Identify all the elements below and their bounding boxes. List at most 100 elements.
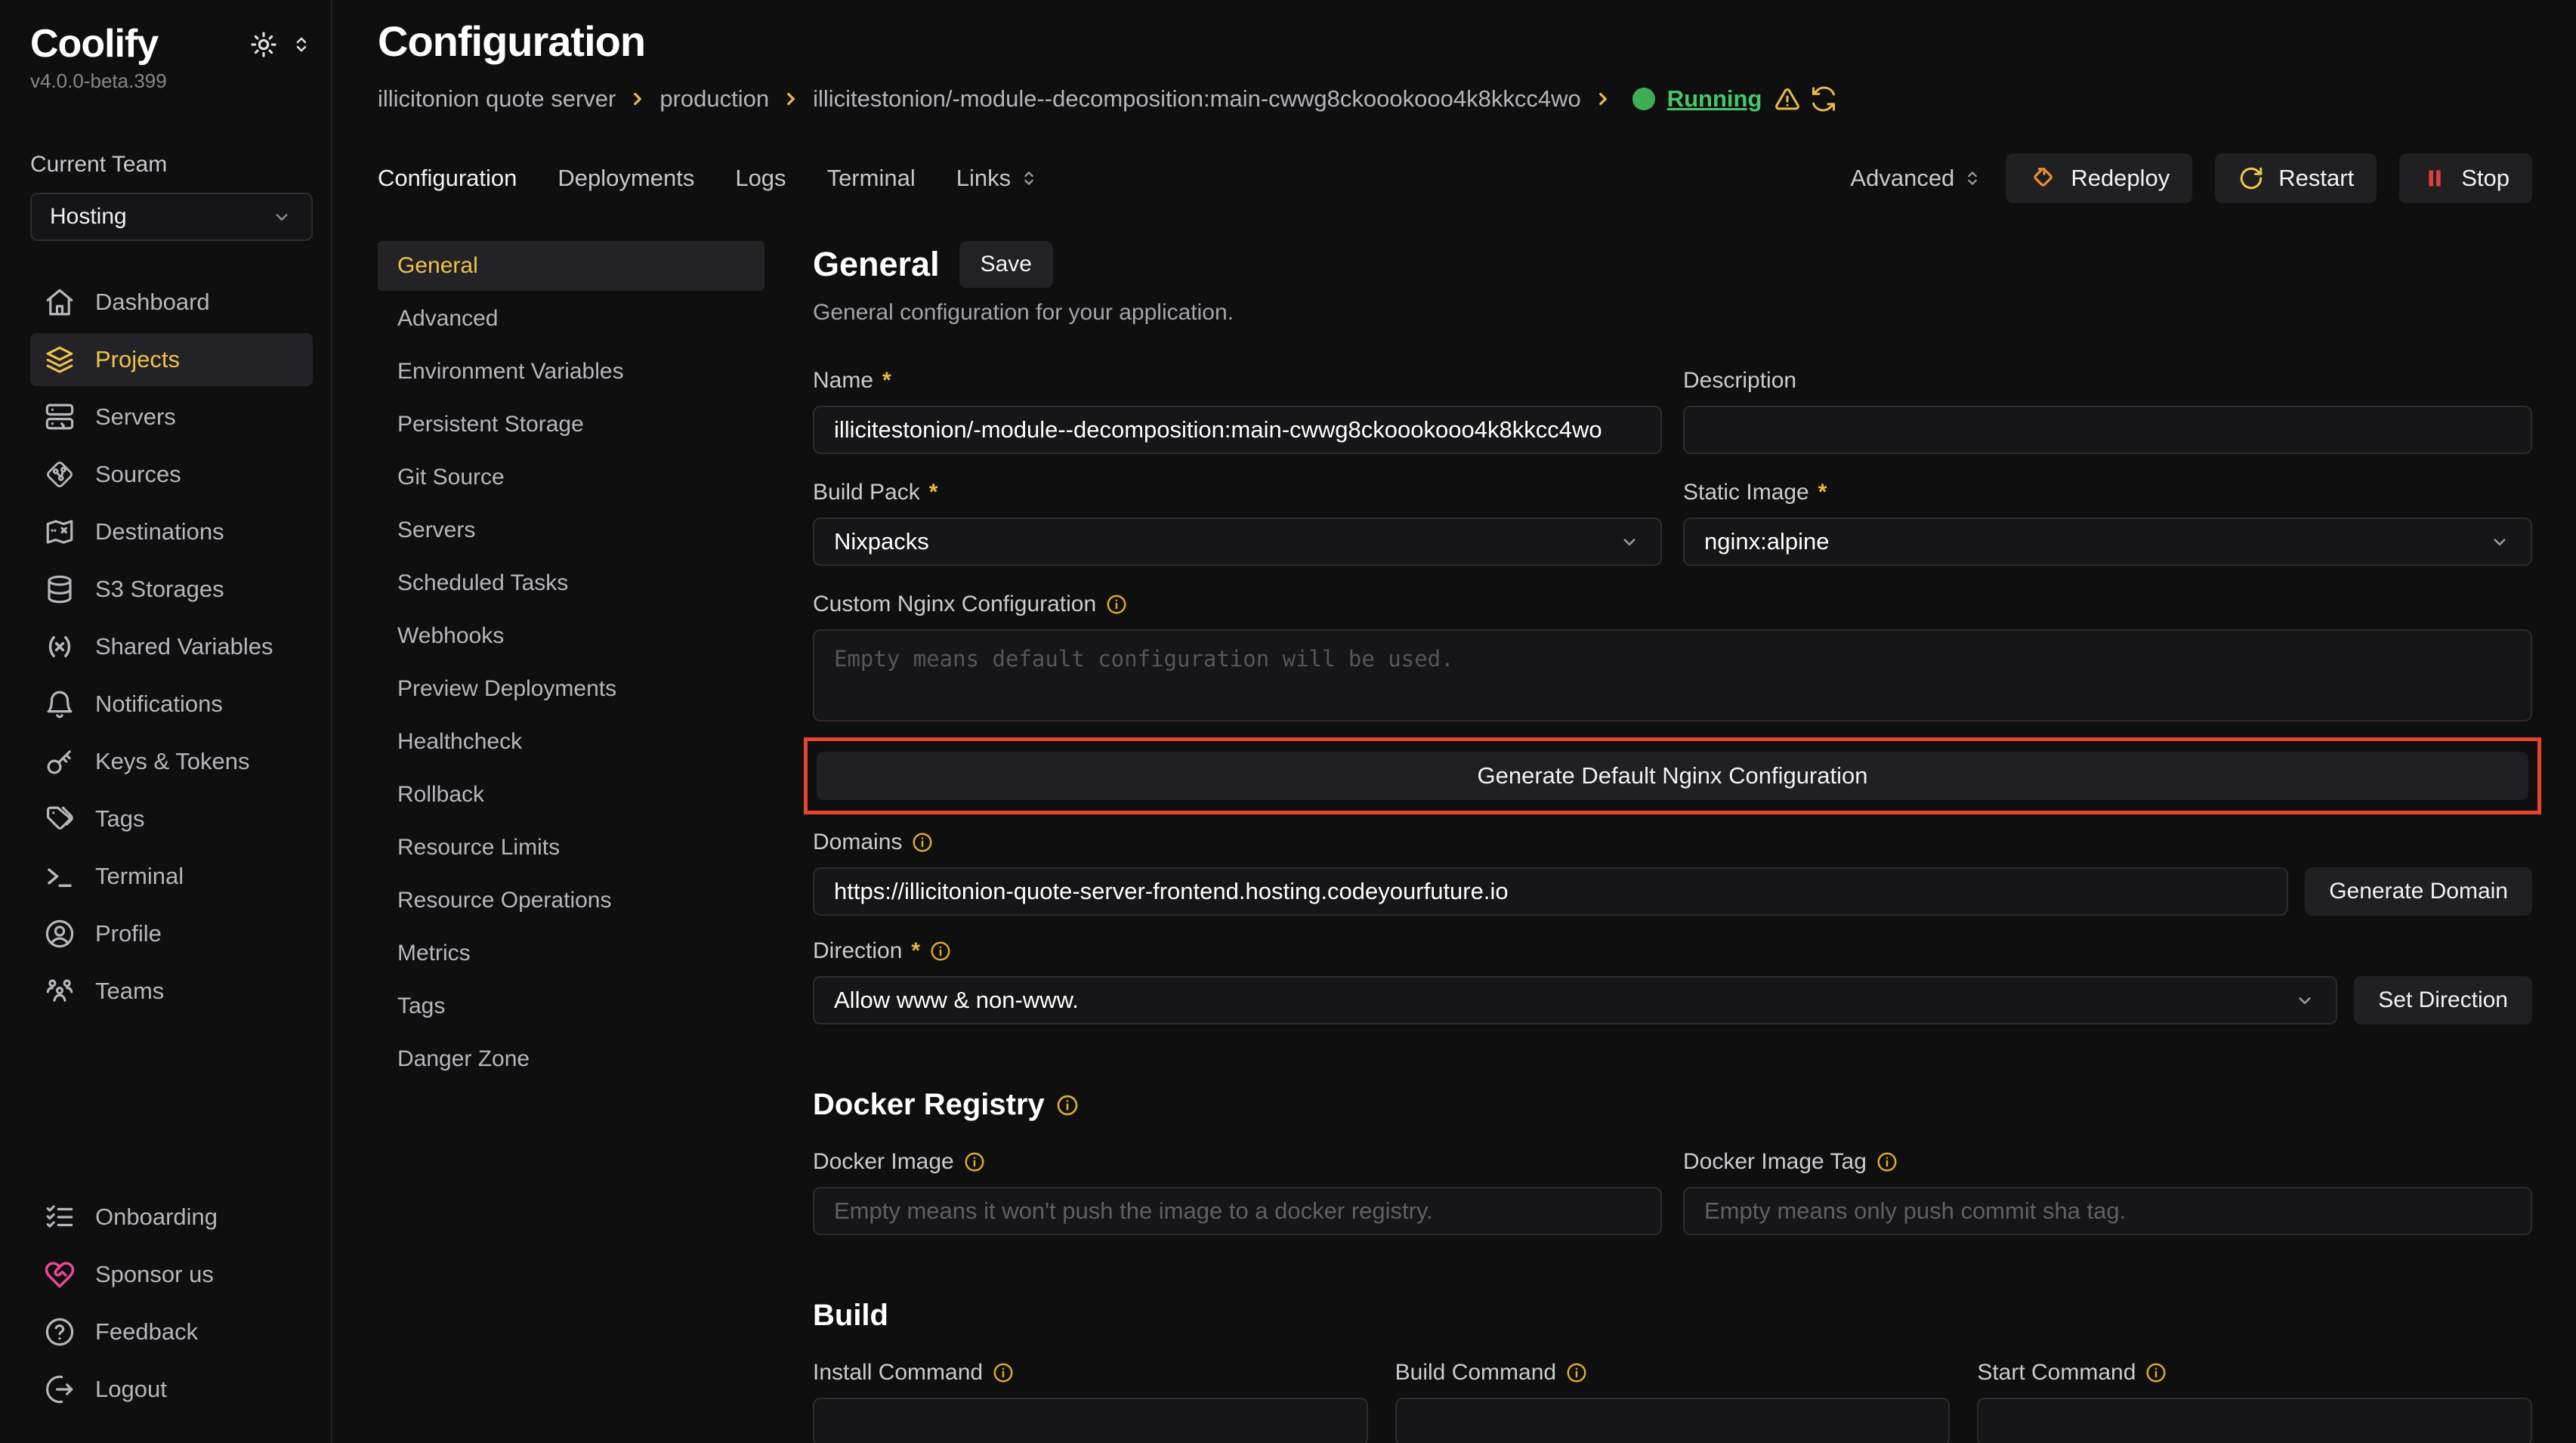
sidebar-item-servers[interactable]: Servers	[30, 391, 313, 443]
tab-links[interactable]: Links	[956, 165, 1039, 192]
chevron-down-icon	[2488, 530, 2511, 553]
sidebar-item-notifications[interactable]: Notifications	[30, 678, 313, 731]
subnav-healthcheck[interactable]: Healthcheck	[378, 717, 764, 767]
status-link[interactable]: Running	[1667, 85, 1762, 113]
subnav-tags[interactable]: Tags	[378, 981, 764, 1031]
logout-icon	[44, 1373, 76, 1405]
sidebar-item-label: Projects	[95, 346, 180, 373]
custom-nginx-label: Custom Nginx Configuration	[813, 592, 2532, 617]
static-image-select[interactable]: nginx:alpine	[1683, 518, 2532, 566]
sidebar-item-terminal[interactable]: Terminal	[30, 850, 313, 903]
description-input[interactable]	[1683, 406, 2532, 454]
subnav-rollback[interactable]: Rollback	[378, 770, 764, 820]
subnav-environment-variables[interactable]: Environment Variables	[378, 347, 764, 397]
restart-button[interactable]: Restart	[2215, 153, 2377, 203]
redeploy-button[interactable]: Redeploy	[2006, 153, 2192, 203]
install-command-input[interactable]	[813, 1398, 1368, 1443]
info-icon	[1565, 1361, 1588, 1384]
required-marker: *	[929, 480, 938, 505]
tab-logs[interactable]: Logs	[735, 165, 786, 192]
advanced-dropdown[interactable]: Advanced	[1850, 165, 1983, 192]
sun-icon[interactable]	[249, 30, 278, 59]
build-title: Build	[813, 1299, 2532, 1333]
docker-image-label: Docker Image	[813, 1149, 1662, 1175]
sidebar-item-profile[interactable]: Profile	[30, 907, 313, 960]
sidebar-item-sources[interactable]: Sources	[30, 448, 313, 501]
subnav-webhooks[interactable]: Webhooks	[378, 611, 764, 661]
sidebar-item-sponsor[interactable]: Sponsor us	[30, 1248, 313, 1301]
custom-nginx-textarea[interactable]	[813, 629, 2532, 722]
subnav-danger-zone[interactable]: Danger Zone	[378, 1034, 764, 1084]
advanced-label: Advanced	[1850, 165, 1954, 192]
subnav-git-source[interactable]: Git Source	[378, 453, 764, 502]
domains-input[interactable]	[813, 867, 2288, 916]
sidebar-item-label: Onboarding	[95, 1204, 218, 1231]
chevron-down-icon	[1618, 530, 1641, 553]
sidebar-item-label: Notifications	[95, 691, 223, 718]
direction-field-group: Direction * Allow www & non-www. Set Dir…	[813, 938, 2532, 1024]
sidebar-item-logout[interactable]: Logout	[30, 1363, 313, 1416]
sidebar-item-label: Teams	[95, 978, 164, 1005]
team-select[interactable]: Hosting	[30, 193, 313, 241]
generate-nginx-config-button[interactable]: Generate Default Nginx Configuration	[817, 752, 2528, 800]
generate-domain-button[interactable]: Generate Domain	[2305, 867, 2532, 916]
pause-icon	[2422, 165, 2448, 191]
sidebar-item-destinations[interactable]: Destinations	[30, 505, 313, 558]
chevrons-up-down-icon[interactable]	[290, 33, 313, 56]
build-pack-select[interactable]: Nixpacks	[813, 518, 1662, 566]
app-logo: Coolify	[30, 21, 158, 66]
tab-deployments[interactable]: Deployments	[558, 165, 694, 192]
sidebar-item-teams[interactable]: Teams	[30, 965, 313, 1018]
layers-icon	[44, 344, 76, 375]
main-content: Configuration illicitonion quote server …	[332, 0, 2576, 1443]
key-icon	[44, 746, 76, 777]
subnav-scheduled-tasks[interactable]: Scheduled Tasks	[378, 558, 764, 608]
domains-field-group: Domains Generate Domain	[813, 830, 2532, 916]
start-command-input[interactable]	[1977, 1398, 2532, 1443]
sidebar-item-tags[interactable]: Tags	[30, 793, 313, 845]
tab-terminal[interactable]: Terminal	[827, 165, 916, 192]
direction-value: Allow www & non-www.	[834, 987, 1079, 1014]
tab-configuration[interactable]: Configuration	[378, 165, 517, 192]
sidebar-item-dashboard[interactable]: Dashboard	[30, 276, 313, 329]
docker-image-input[interactable]	[813, 1187, 1662, 1235]
subnav-resource-limits[interactable]: Resource Limits	[378, 823, 764, 873]
docker-image-tag-input[interactable]	[1683, 1187, 2532, 1235]
tags-icon	[44, 803, 76, 835]
database-icon	[44, 573, 76, 605]
user-circle-icon	[44, 918, 76, 950]
breadcrumb-environment[interactable]: production	[659, 85, 769, 113]
sidebar-item-shared-variables[interactable]: Shared Variables	[30, 620, 313, 673]
sidebar-item-s3-storages[interactable]: S3 Storages	[30, 563, 313, 616]
subnav-metrics[interactable]: Metrics	[378, 929, 764, 978]
sidebar-item-keys-tokens[interactable]: Keys & Tokens	[30, 735, 313, 788]
info-icon	[1055, 1093, 1080, 1117]
save-button[interactable]: Save	[959, 241, 1053, 288]
subnav-persistent-storage[interactable]: Persistent Storage	[378, 400, 764, 450]
set-direction-button[interactable]: Set Direction	[2354, 976, 2532, 1024]
subnav-advanced[interactable]: Advanced	[378, 294, 764, 344]
build-pack-label: Build Pack *	[813, 480, 1662, 505]
stop-button[interactable]: Stop	[2399, 153, 2532, 203]
direction-select[interactable]: Allow www & non-www.	[813, 976, 2337, 1024]
build-command-label: Build Command	[1395, 1360, 1951, 1386]
help-circle-icon	[44, 1316, 76, 1348]
sidebar-item-feedback[interactable]: Feedback	[30, 1305, 313, 1358]
subnav-servers[interactable]: Servers	[378, 505, 764, 555]
name-label: Name *	[813, 368, 1662, 394]
breadcrumb-resource[interactable]: illicitestonion/-module--decomposition:m…	[813, 85, 1581, 113]
subnav-general[interactable]: General	[378, 241, 764, 291]
docker-image-field-group: Docker Image	[813, 1149, 1662, 1235]
bell-icon	[44, 688, 76, 720]
name-input[interactable]	[813, 406, 1662, 454]
chevrons-up-down-icon	[1018, 168, 1039, 189]
subnav-resource-operations[interactable]: Resource Operations	[378, 876, 764, 925]
subnav-preview-deployments[interactable]: Preview Deployments	[378, 664, 764, 714]
required-marker: *	[1818, 480, 1827, 505]
sidebar-item-onboarding[interactable]: Onboarding	[30, 1191, 313, 1244]
build-command-input[interactable]	[1395, 1398, 1951, 1443]
breadcrumb-project[interactable]: illicitonion quote server	[378, 85, 616, 113]
sidebar-footer-nav: Onboarding Sponsor us Feedback Logout	[30, 1191, 313, 1416]
sidebar-item-projects[interactable]: Projects	[30, 333, 313, 386]
home-icon	[44, 286, 76, 318]
